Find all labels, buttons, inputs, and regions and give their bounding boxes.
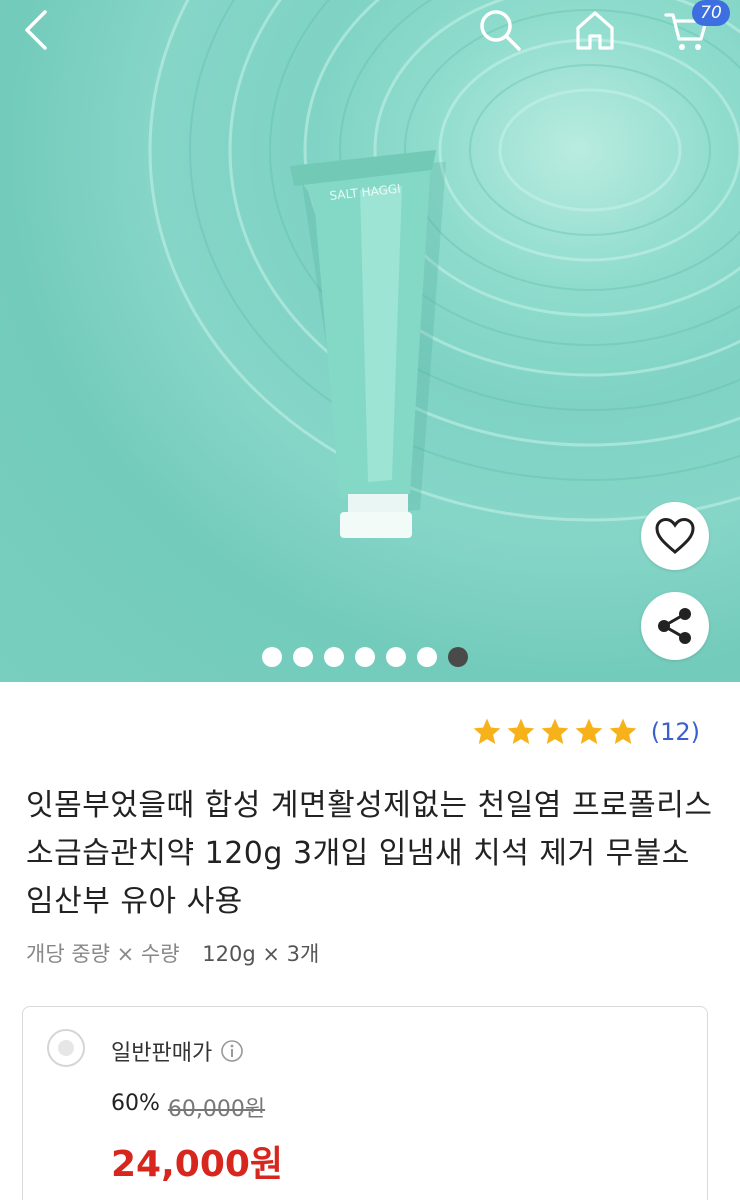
carousel-dot[interactable]: [293, 647, 313, 667]
rating-summary[interactable]: (12): [471, 716, 700, 748]
carousel-dot[interactable]: [262, 647, 282, 667]
home-button[interactable]: [569, 4, 621, 56]
carousel-dot[interactable]: [386, 647, 406, 667]
carousel-indicator: [262, 647, 468, 667]
product-image-carousel[interactable]: SALT HAGGI 70: [0, 0, 740, 682]
original-price: 60,000원: [167, 1097, 266, 1122]
cart-count-badge: 70: [692, 0, 730, 26]
price-option-radio[interactable]: [47, 1029, 85, 1067]
discount-rate: 60%: [111, 1091, 160, 1116]
product-spec: 개당 중량 × 수량 120g × 3개: [26, 938, 319, 968]
chevron-left-icon: [25, 10, 47, 50]
price-option-card[interactable]: 일반판매가 60% 60,000원 24,000원: [22, 1006, 708, 1200]
like-button[interactable]: [641, 502, 709, 570]
sale-price: 24,000원: [111, 1144, 284, 1185]
carousel-dot[interactable]: [417, 647, 437, 667]
heart-icon: [655, 517, 695, 554]
star-icon: [609, 718, 637, 744]
price-type-label: 일반판매가: [111, 1041, 213, 1066]
star-icon: [575, 718, 603, 744]
back-button[interactable]: [10, 4, 62, 56]
star-icon: [473, 718, 501, 744]
share-button[interactable]: [641, 592, 709, 660]
review-count[interactable]: (12): [651, 718, 700, 746]
carousel-dot[interactable]: [355, 647, 375, 667]
star-icon: [541, 718, 569, 744]
product-image: SALT HAGGI: [148, 0, 740, 538]
discount-line: 60% 60,000원: [111, 1091, 265, 1123]
star-icon: [507, 718, 535, 744]
share-icon: [658, 608, 691, 644]
price-type: 일반판매가: [111, 1035, 244, 1067]
info-icon[interactable]: [220, 1039, 244, 1063]
search-icon: [480, 10, 521, 51]
carousel-dot[interactable]: [324, 647, 344, 667]
home-icon: [576, 11, 614, 50]
carousel-dot-active[interactable]: [448, 647, 468, 667]
search-button[interactable]: [474, 4, 526, 56]
spec-label: 개당 중량 × 수량: [26, 942, 180, 966]
spec-value: 120g × 3개: [202, 942, 320, 966]
product-title: 잇몸부었을때 합성 계면활성제없는 천일염 프로폴리스 소금습관치약 120g …: [26, 788, 713, 919]
